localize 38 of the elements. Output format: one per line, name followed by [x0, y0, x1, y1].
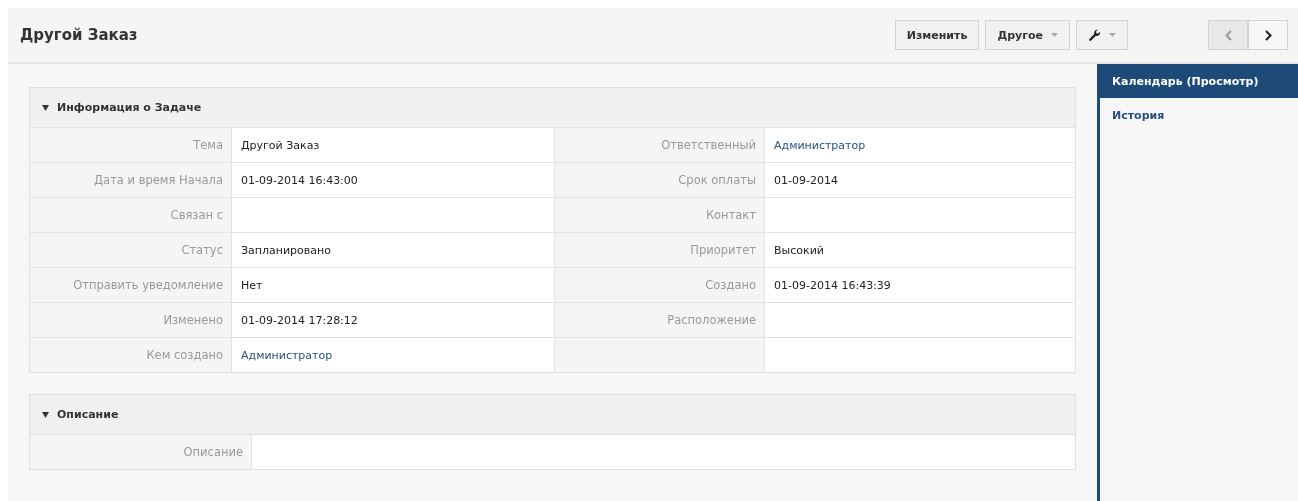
field-label: Тема	[193, 138, 223, 152]
field-value: Запланировано	[241, 243, 331, 257]
panel-title: Информация о Задаче	[57, 101, 202, 114]
field-label: Ответственный	[661, 138, 756, 152]
panel-header[interactable]: Описание	[30, 395, 1075, 435]
action-button[interactable]: Изменить	[894, 20, 980, 50]
field-label: Статус	[181, 243, 223, 257]
field-value: Другой Заказ	[241, 138, 320, 152]
field-label: Создано	[705, 278, 756, 292]
field-value: Нет	[241, 278, 263, 292]
field-label: Отправить уведомление	[73, 278, 223, 292]
tools-button[interactable]	[1076, 20, 1128, 50]
sidebar-item[interactable]: Календарь (Просмотр)	[1100, 64, 1298, 98]
user-link[interactable]: Администратор	[774, 138, 866, 152]
field-value: Высокий	[774, 243, 824, 257]
sidebar-item[interactable]: История	[1100, 98, 1298, 132]
panel-header[interactable]: Информация о Задаче	[30, 88, 1075, 128]
chevron-right-icon	[1264, 29, 1272, 41]
panel-title: Описание	[57, 408, 119, 421]
field-label: Кем создано	[146, 348, 223, 362]
field-value: 01-09-2014 17:28:12	[241, 313, 358, 327]
field-value: 01-09-2014 16:43:00	[241, 173, 358, 187]
field-label: Срок оплаты	[678, 173, 756, 187]
user-link[interactable]: Администратор	[241, 348, 333, 362]
field-value: 01-09-2014	[774, 173, 838, 187]
field-label: Дата и время Начала	[94, 173, 223, 187]
field-value: 01-09-2014 16:43:39	[774, 278, 891, 292]
field-label: Связан с	[170, 208, 223, 222]
wrench-icon	[1088, 28, 1101, 42]
field-label: Изменено	[163, 313, 223, 327]
action-button[interactable]: Другое	[985, 20, 1070, 50]
field-label: Описание	[183, 445, 243, 459]
record-title: Другой Заказ	[20, 26, 139, 44]
field-label: Приоритет	[690, 243, 756, 257]
chevron-left-icon	[1224, 29, 1232, 41]
next-button[interactable]	[1248, 20, 1288, 50]
field-label: Расположение	[667, 313, 756, 327]
field-label: Контакт	[705, 208, 756, 222]
